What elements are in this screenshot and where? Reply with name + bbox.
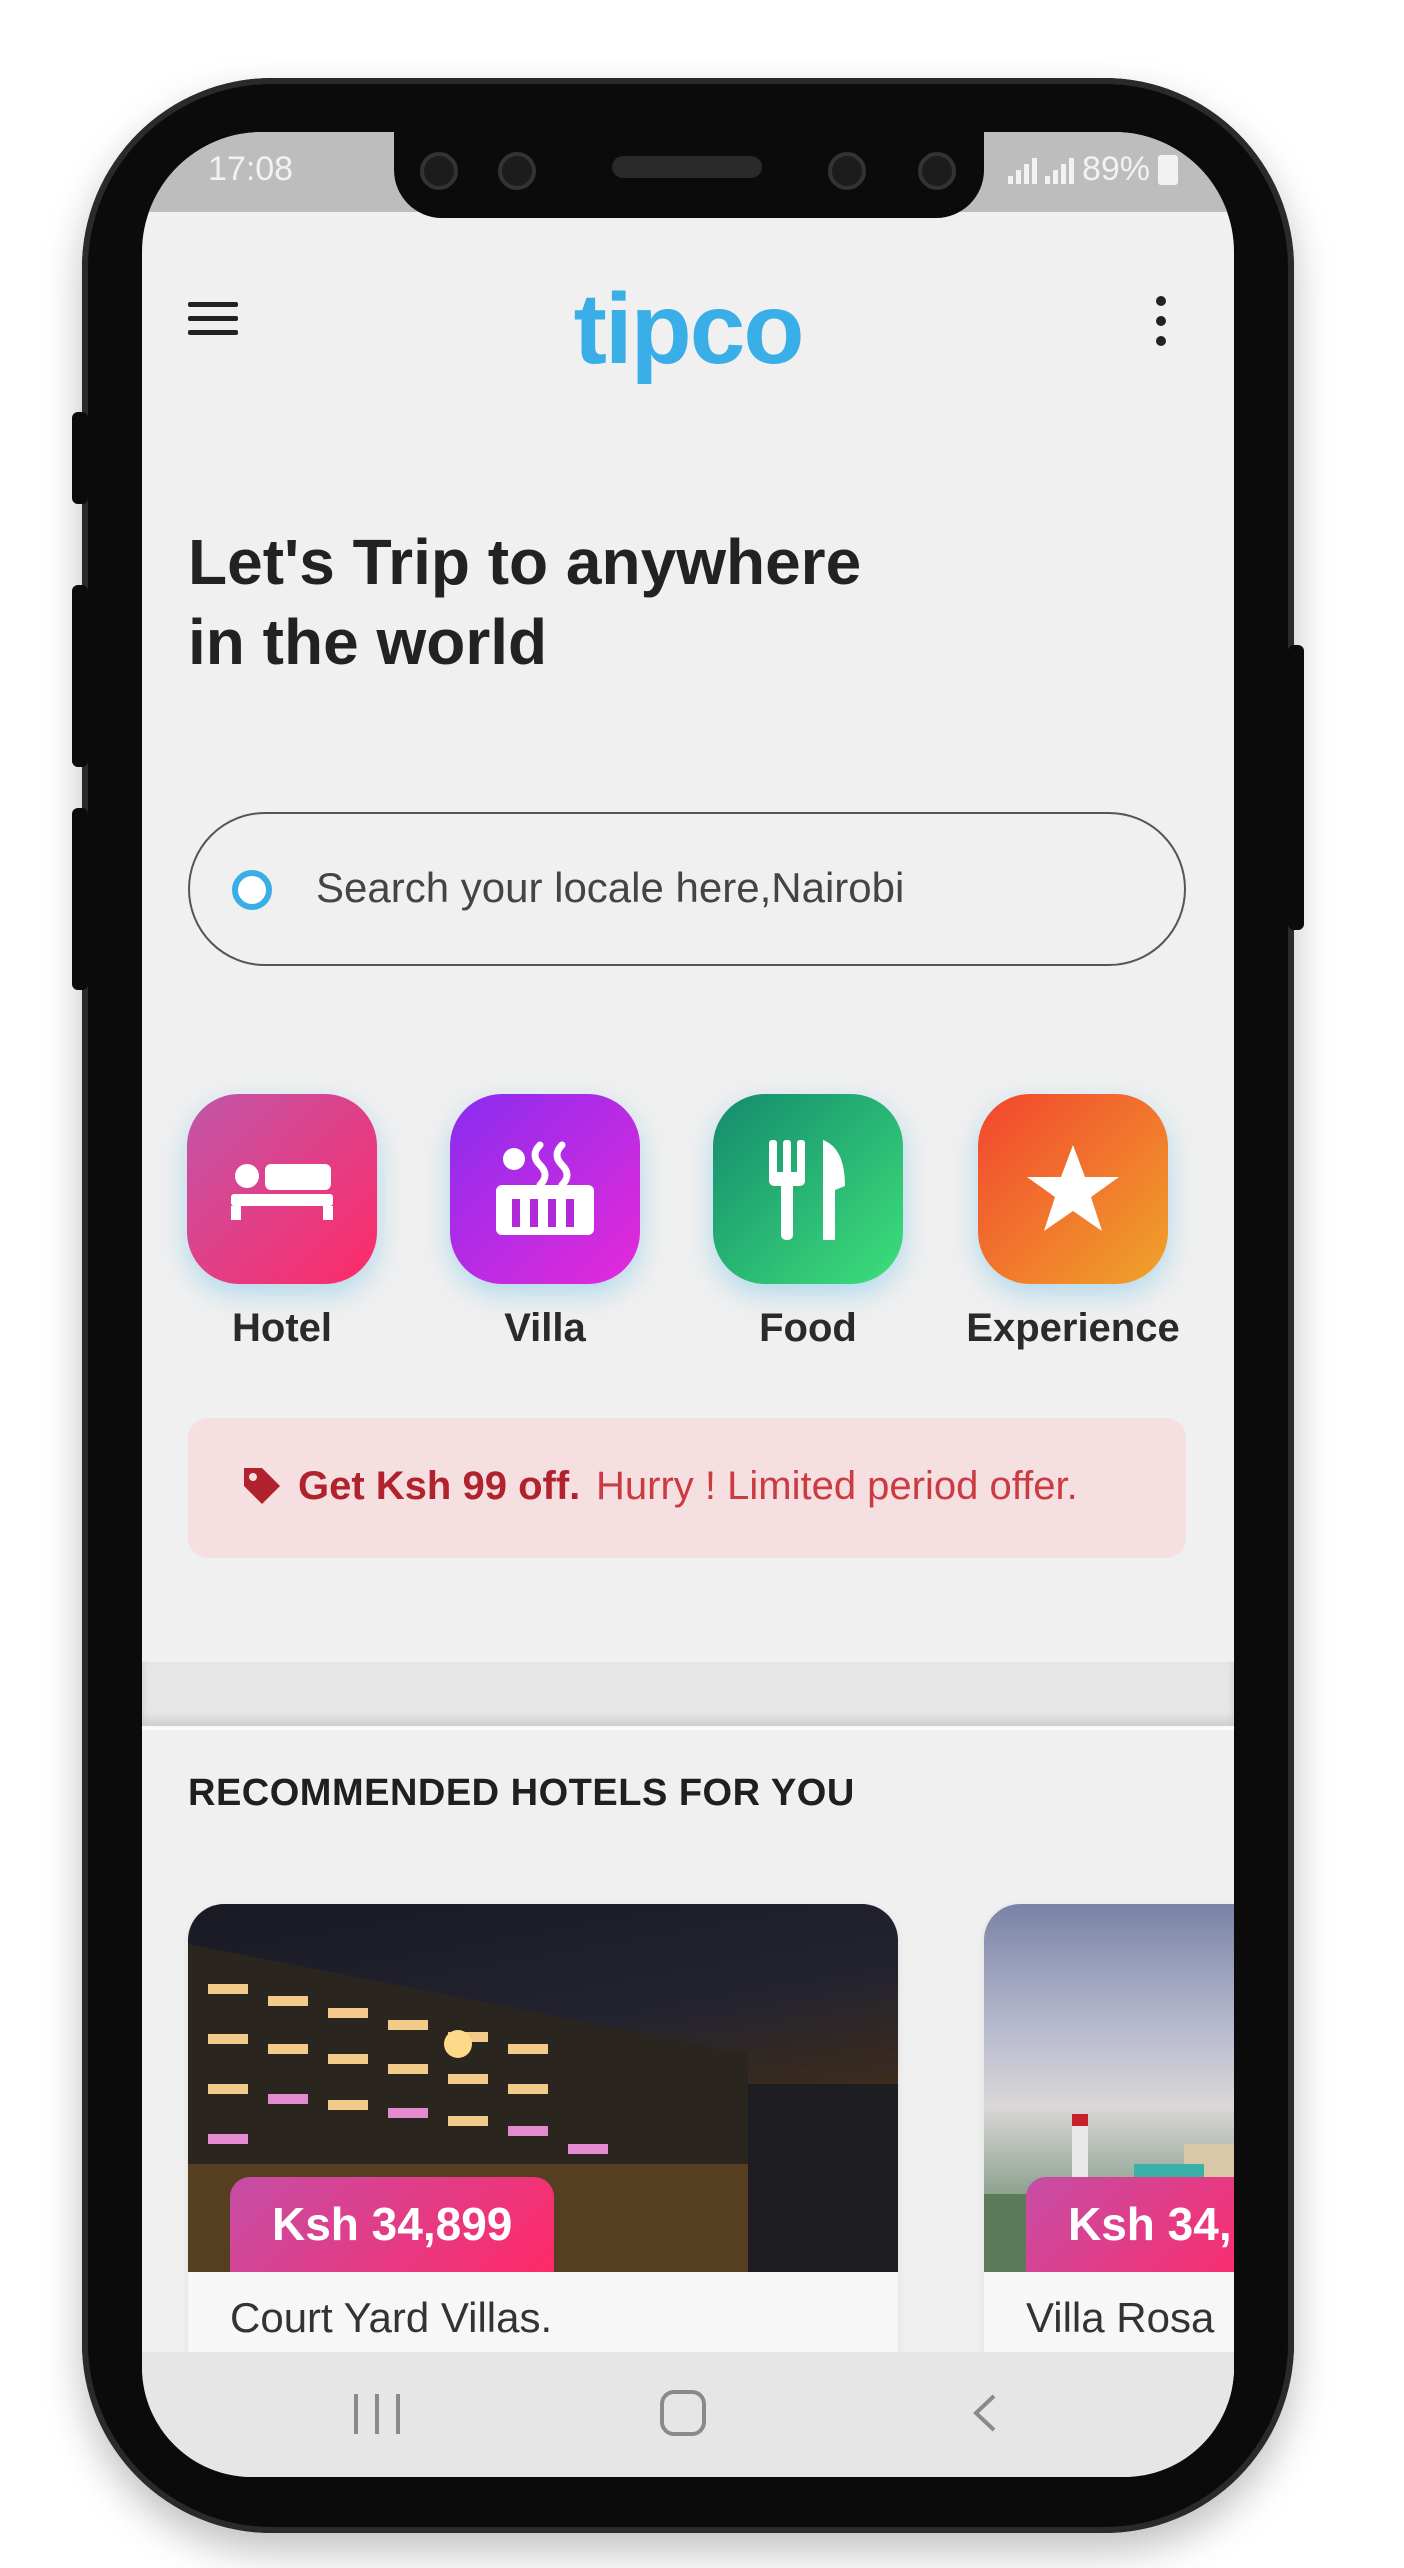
category-hotel[interactable]: Hotel bbox=[182, 1094, 382, 1351]
location-dot-icon bbox=[232, 870, 272, 910]
category-experience[interactable]: Experience bbox=[958, 1094, 1188, 1351]
power-button bbox=[1288, 645, 1304, 930]
offer-title: Get Ksh 99 off. bbox=[298, 1464, 581, 1508]
hotel-card[interactable]: Ksh 34,899 Court Yard Villas. bbox=[188, 1904, 898, 2404]
home-icon[interactable] bbox=[660, 2390, 706, 2436]
search-input[interactable]: Search your locale here,Nairobi bbox=[188, 812, 1186, 966]
camera-icon bbox=[420, 152, 458, 190]
category-label: Hotel bbox=[232, 1306, 332, 1350]
hot-tub-icon bbox=[450, 1094, 640, 1284]
status-indicators: 89% bbox=[1007, 150, 1178, 189]
back-icon[interactable] bbox=[964, 2390, 1010, 2436]
price-badge: Ksh 34,899 bbox=[230, 2177, 555, 2272]
tag-icon bbox=[240, 1464, 282, 1511]
hotel-card[interactable]: Ksh 34, Villa Rosa bbox=[984, 1904, 1234, 2404]
bed-icon bbox=[187, 1094, 377, 1284]
volume-up-button bbox=[72, 585, 88, 767]
headline-line-1: Let's Trip to anywhere bbox=[188, 526, 862, 598]
divider-highlight bbox=[142, 1726, 1234, 1730]
section-title: RECOMMENDED HOTELS FOR YOU bbox=[188, 1772, 855, 1814]
more-options-icon[interactable] bbox=[1146, 296, 1176, 346]
offer-subtitle: Hurry ! Limited period offer. bbox=[596, 1464, 1078, 1508]
category-label: Experience bbox=[966, 1306, 1180, 1350]
camera-notch bbox=[394, 132, 984, 218]
signal-icon bbox=[1007, 156, 1037, 184]
offer-banner[interactable]: Get Ksh 99 off. Hurry ! Limited period o… bbox=[188, 1418, 1186, 1558]
star-icon bbox=[978, 1094, 1168, 1284]
status-time: 17:08 bbox=[208, 150, 294, 188]
page-headline: Let's Trip to anywhere in the world bbox=[188, 522, 988, 682]
app-screen: 17:08 89% tipco Let's Trip to anywhere i… bbox=[142, 132, 1234, 2477]
sensor-icon-2 bbox=[828, 152, 866, 190]
search-placeholder: Search your locale here,Nairobi bbox=[316, 864, 905, 911]
section-divider bbox=[142, 1662, 1234, 1726]
battery-percent: 89% bbox=[1081, 150, 1150, 188]
earpiece-speaker bbox=[612, 156, 762, 178]
category-label: Food bbox=[759, 1306, 857, 1350]
hotel-name: Villa Rosa bbox=[1026, 2294, 1215, 2341]
category-food[interactable]: Food bbox=[708, 1094, 908, 1351]
signal-icon-2 bbox=[1044, 156, 1074, 184]
headline-line-2: in the world bbox=[188, 606, 548, 678]
hotel-name: Court Yard Villas. bbox=[230, 2294, 553, 2341]
price-badge: Ksh 34, bbox=[1026, 2177, 1234, 2272]
app-header: tipco bbox=[142, 212, 1234, 392]
system-nav-bar bbox=[142, 2352, 1234, 2477]
fork-knife-icon bbox=[713, 1094, 903, 1284]
app-logo: tipco bbox=[573, 273, 805, 385]
category-villa[interactable]: Villa bbox=[445, 1094, 645, 1351]
volume-down-button bbox=[72, 808, 88, 990]
front-camera-icon bbox=[918, 152, 956, 190]
battery-icon bbox=[1158, 154, 1178, 185]
volume-button bbox=[72, 412, 88, 504]
sensor-icon bbox=[498, 152, 536, 190]
recents-icon[interactable] bbox=[354, 2394, 400, 2434]
category-label: Villa bbox=[504, 1306, 586, 1350]
